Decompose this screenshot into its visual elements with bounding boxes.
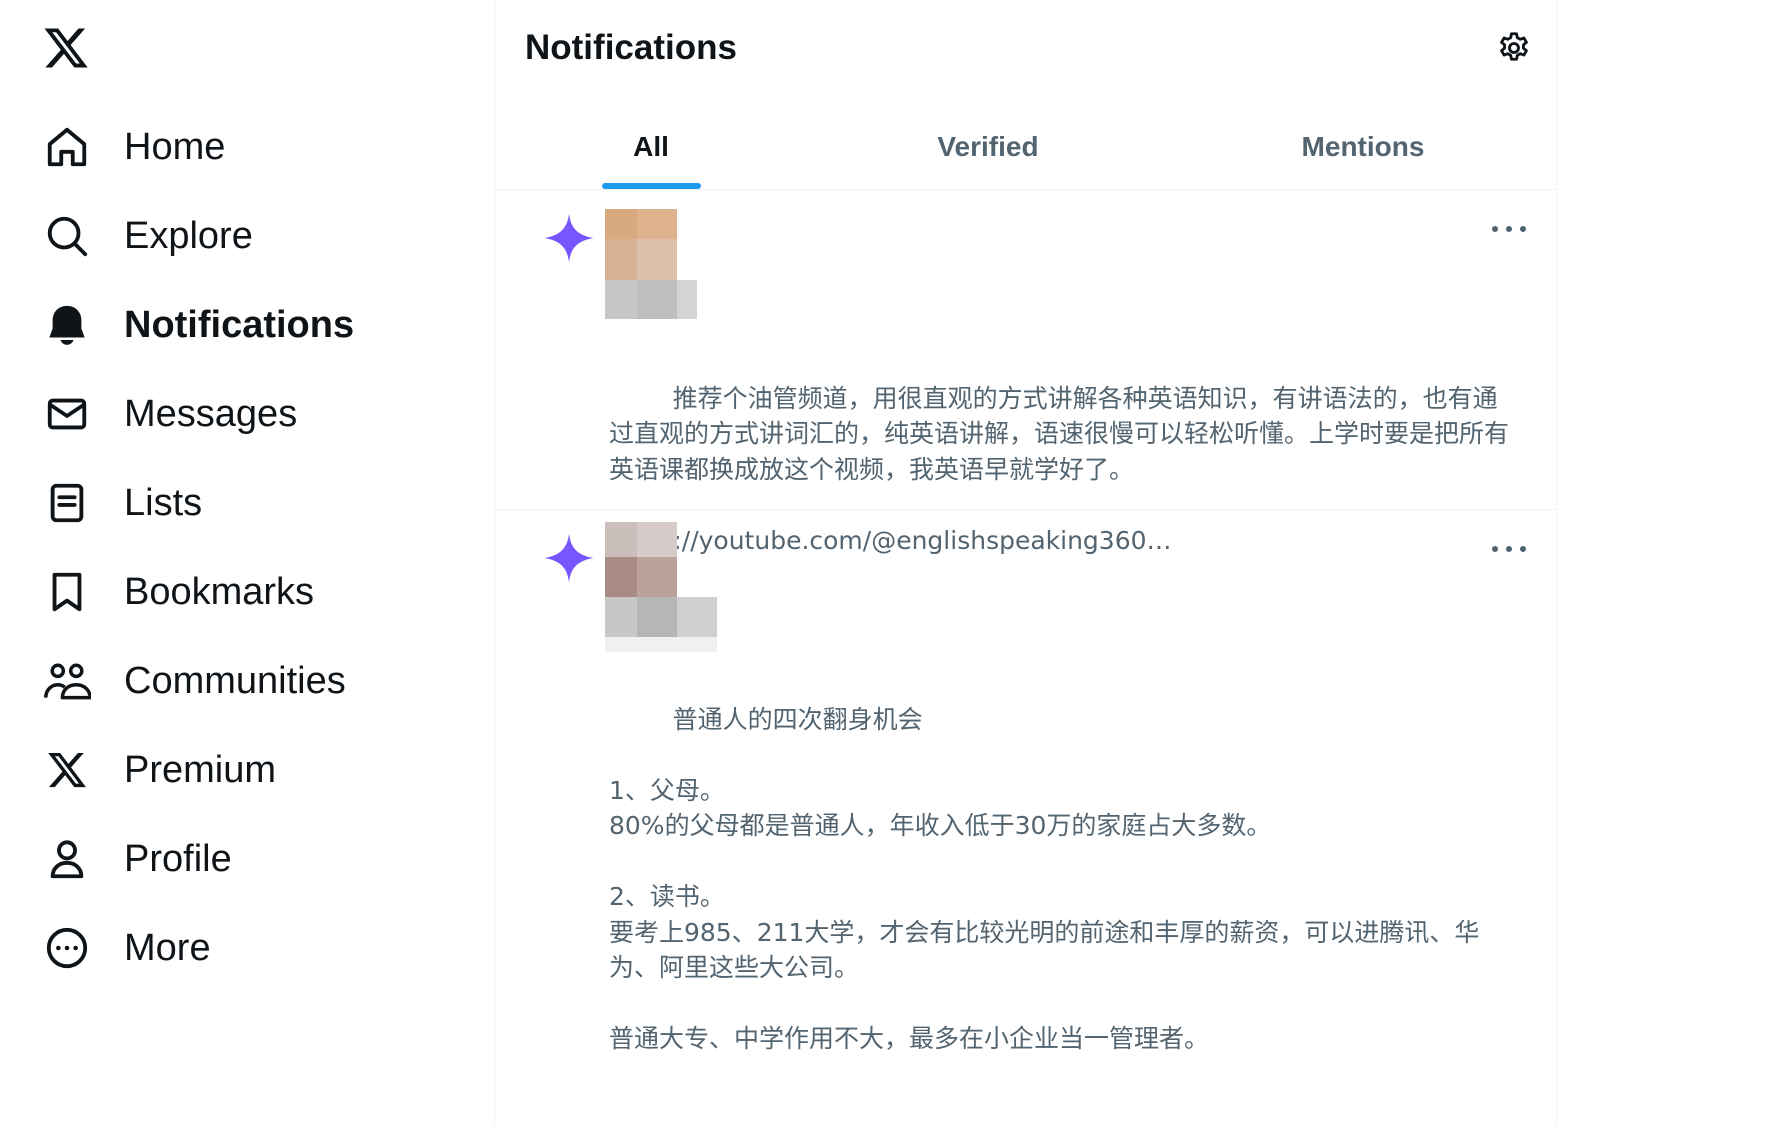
sidebar-item-lists[interactable]: Lists xyxy=(40,473,202,533)
tab-mentions[interactable]: Mentions xyxy=(1169,104,1556,190)
more-circle-icon xyxy=(40,921,94,975)
sidebar-item-label: Lists xyxy=(124,481,203,524)
sidebar-item-messages[interactable]: Messages xyxy=(40,384,297,444)
sidebar-item-profile[interactable]: Profile xyxy=(40,829,232,889)
avatar[interactable] xyxy=(605,522,717,652)
list-icon xyxy=(40,476,94,530)
tab-verified[interactable]: Verified xyxy=(807,104,1169,190)
sidebar: Home Explore Notifications Messages List xyxy=(0,0,495,1127)
tab-all[interactable]: All xyxy=(495,104,807,190)
sparkle-icon xyxy=(544,533,594,583)
search-icon xyxy=(40,209,94,263)
notification-item[interactable]: 推荐个油管频道，用很直观的方式讲解各种英语知识，有讲语法的，也有通过直观的方式讲… xyxy=(495,190,1556,555)
avatar[interactable] xyxy=(605,209,697,319)
notifications-column: Notifications All Verified Mentions 推荐个油… xyxy=(494,0,1557,1127)
post-body: 普通人的四次翻身机会 1、父母。 80%的父母都是普通人，年收入低于30万的家庭… xyxy=(609,704,1480,1054)
sidebar-item-explore[interactable]: Explore xyxy=(40,206,253,266)
sidebar-item-label: Bookmarks xyxy=(124,570,315,613)
tab-label: All xyxy=(633,131,669,162)
notification-item[interactable]: 普通人的四次翻身机会 1、父母。 80%的父母都是普通人，年收入低于30万的家庭… xyxy=(495,510,1556,1127)
sidebar-item-label: Home xyxy=(124,125,226,168)
gear-icon[interactable] xyxy=(1496,30,1532,66)
page-title: Notifications xyxy=(525,28,737,67)
more-options-icon[interactable] xyxy=(1492,219,1526,239)
sidebar-item-label: Profile xyxy=(124,837,232,880)
home-icon xyxy=(40,120,94,174)
post-body: 推荐个油管频道，用很直观的方式讲解各种英语知识，有讲语法的，也有通过直观的方式讲… xyxy=(609,383,1510,484)
sparkle-icon xyxy=(544,213,594,263)
sidebar-item-label: Communities xyxy=(124,659,346,702)
sidebar-item-home[interactable]: Home xyxy=(40,117,225,177)
x-logo-icon xyxy=(40,743,94,797)
tab-bar: All Verified Mentions xyxy=(495,104,1556,190)
sidebar-item-label: Messages xyxy=(124,392,298,435)
envelope-icon xyxy=(40,387,94,441)
more-options-icon[interactable] xyxy=(1492,539,1526,559)
sidebar-item-notifications[interactable]: Notifications xyxy=(40,295,354,355)
sidebar-item-premium[interactable]: Premium xyxy=(40,740,276,800)
x-logo-icon[interactable] xyxy=(40,24,96,76)
tab-label: Mentions xyxy=(1301,131,1425,162)
bell-icon xyxy=(40,298,94,352)
profile-icon xyxy=(40,832,94,886)
bookmark-icon xyxy=(40,565,94,619)
sidebar-item-label: Notifications xyxy=(124,303,355,346)
app-root: Home Explore Notifications Messages List xyxy=(0,0,1771,1127)
sidebar-item-label: Explore xyxy=(124,214,253,257)
active-tab-indicator xyxy=(602,183,701,189)
sidebar-item-bookmarks[interactable]: Bookmarks xyxy=(40,562,314,622)
sidebar-item-label: Premium xyxy=(124,748,277,791)
communities-icon xyxy=(40,654,94,708)
tab-label: Verified xyxy=(937,131,1039,162)
sidebar-item-label: More xyxy=(124,926,211,969)
sidebar-item-communities[interactable]: Communities xyxy=(40,651,346,711)
sidebar-item-more[interactable]: More xyxy=(40,918,211,978)
notification-text: 普通人的四次翻身机会 1、父母。 80%的父母都是普通人，年收入低于30万的家庭… xyxy=(609,666,1522,1092)
